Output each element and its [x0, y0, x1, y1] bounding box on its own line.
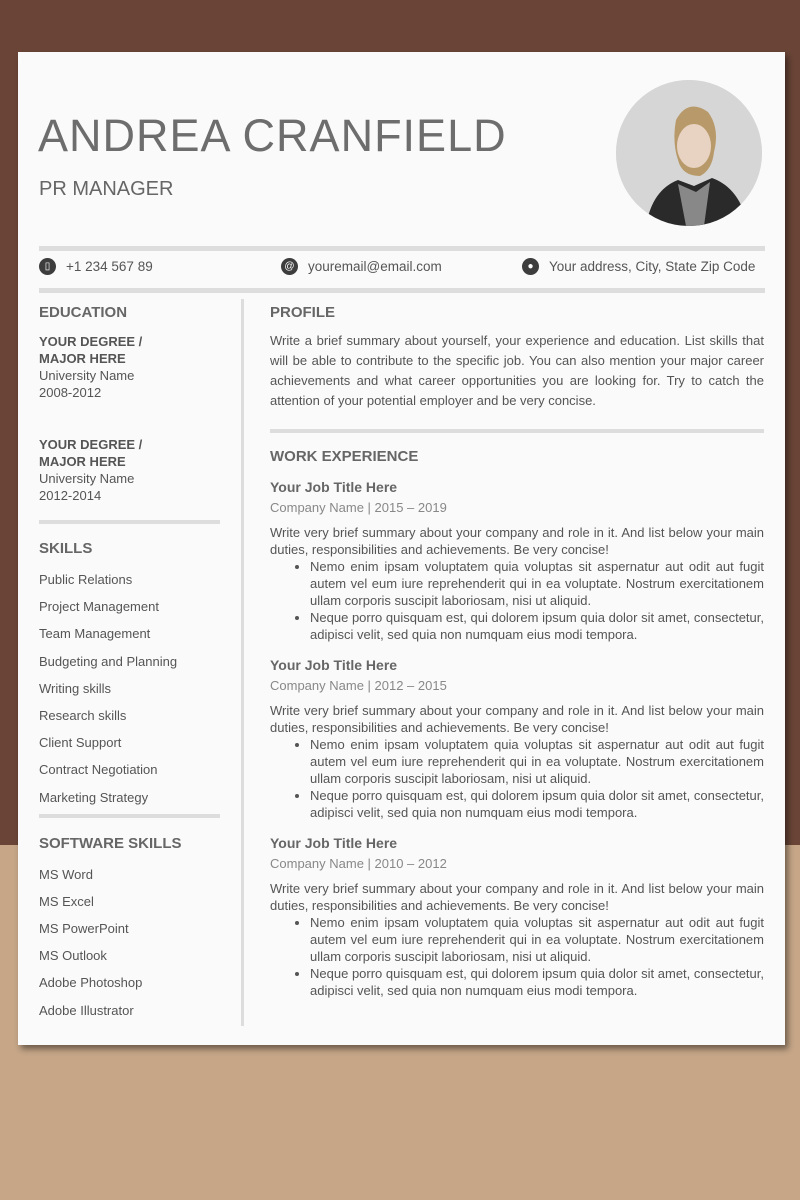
- candidate-role: PR MANAGER: [39, 178, 174, 200]
- job-entry: Your Job Title Here Company Name | 2015 –…: [270, 479, 764, 643]
- jobs-list: Your Job Title Here Company Name | 2015 –…: [270, 479, 764, 999]
- right-column: PROFILE Write a brief summary about your…: [270, 304, 764, 999]
- job-title: Your Job Title Here: [270, 835, 398, 851]
- phone-text: +1 234 567 89: [66, 259, 153, 274]
- at-icon: @: [281, 258, 298, 275]
- bullet-item: Nemo enim ipsam voluptatem quia voluptas…: [310, 736, 764, 787]
- divider: [39, 246, 765, 251]
- years: 2012-2014: [39, 488, 102, 503]
- job-title: Your Job Title Here: [270, 479, 398, 495]
- work-heading: WORK EXPERIENCE: [270, 448, 419, 465]
- education-item: YOUR DEGREE / MAJOR HERE University Name…: [39, 436, 219, 504]
- skill-item: Contract Negotiation: [39, 762, 158, 778]
- bullet-item: Neque porro quisquam est, qui dolorem ip…: [310, 609, 764, 643]
- profile-heading: PROFILE: [270, 304, 336, 321]
- skill-item: Project Management: [39, 599, 159, 615]
- divider: [39, 288, 765, 293]
- skill-item: Research skills: [39, 707, 127, 723]
- job-bullets: Nemo enim ipsam voluptatem quia voluptas…: [270, 558, 764, 643]
- divider: [39, 813, 220, 818]
- location-pin-icon: ●: [522, 258, 539, 275]
- job-summary: Write very brief summary about your comp…: [270, 703, 764, 735]
- software-item: MS Outlook: [39, 948, 107, 964]
- contact-phone: ▯ +1 234 567 89: [39, 258, 153, 275]
- skill-item: Marketing Strategy: [39, 789, 149, 805]
- skill-item: Client Support: [39, 735, 122, 751]
- company-dates: Company Name | 2012 – 2015: [270, 678, 447, 693]
- resume-page: ANDREA CRANFIELD PR MANAGER ▯ +1 234 567…: [18, 52, 785, 1045]
- degree: MAJOR HERE: [39, 351, 126, 366]
- software-item: MS Word: [39, 866, 93, 882]
- bullet-item: Nemo enim ipsam voluptatem quia voluptas…: [310, 914, 764, 965]
- left-column: EDUCATION YOUR DEGREE / MAJOR HERE Unive…: [39, 304, 220, 1029]
- job-entry: Your Job Title Here Company Name | 2010 –…: [270, 835, 764, 999]
- address-text: Your address, City, State Zip Code: [549, 259, 756, 274]
- email-text: youremail@email.com: [308, 259, 442, 274]
- job-summary: Write very brief summary about your comp…: [270, 525, 764, 557]
- job-title: Your Job Title Here: [270, 657, 398, 673]
- skill-item: Team Management: [39, 626, 151, 642]
- software-item: Adobe Photoshop: [39, 975, 143, 991]
- company-dates: Company Name | 2015 – 2019: [270, 500, 447, 515]
- job-bullets: Nemo enim ipsam voluptatem quia voluptas…: [270, 914, 764, 999]
- years: 2008-2012: [39, 385, 102, 400]
- degree: YOUR DEGREE /: [39, 437, 143, 452]
- bullet-item: Neque porro quisquam est, qui dolorem ip…: [310, 965, 764, 999]
- software-heading: SOFTWARE SKILLS: [39, 834, 182, 852]
- job-bullets: Nemo enim ipsam voluptatem quia voluptas…: [270, 736, 764, 821]
- profile-text: Write a brief summary about yourself, yo…: [270, 333, 764, 408]
- school: University Name: [39, 368, 135, 383]
- column-divider: [241, 299, 244, 1026]
- contact-address: ● Your address, City, State Zip Code: [522, 258, 755, 275]
- phone-icon: ▯: [39, 258, 56, 275]
- skills-list: Public Relations Project Management Team M…: [39, 571, 219, 816]
- school: University Name: [39, 471, 135, 486]
- degree: YOUR DEGREE /: [39, 334, 143, 349]
- degree: MAJOR HERE: [39, 454, 126, 469]
- skills-heading: SKILLS: [39, 540, 93, 557]
- job-summary: Write very brief summary about your comp…: [270, 881, 764, 913]
- software-list: MS Word MS Excel MS PowerPoint MS Outlook Ad…: [39, 866, 219, 1029]
- job-entry: Your Job Title Here Company Name | 2012 –…: [270, 657, 764, 821]
- company-dates: Company Name | 2010 – 2012: [270, 856, 447, 871]
- candidate-name: ANDREA CRANFIELD: [38, 110, 507, 161]
- contact-email: @ youremail@email.com: [281, 258, 442, 275]
- education-item: YOUR DEGREE / MAJOR HERE University Name…: [39, 333, 219, 401]
- profile-photo: [616, 80, 762, 226]
- bullet-item: Neque porro quisquam est, qui dolorem ip…: [310, 787, 764, 821]
- education-heading: EDUCATION: [39, 304, 128, 321]
- skill-item: Public Relations: [39, 572, 133, 587]
- divider: [270, 429, 764, 433]
- software-item: MS Excel: [39, 893, 94, 909]
- software-item: Adobe Illustrator: [39, 1002, 134, 1018]
- software-item: MS PowerPoint: [39, 921, 129, 937]
- divider: [39, 520, 220, 524]
- skill-item: Budgeting and Planning: [39, 653, 178, 669]
- bullet-item: Nemo enim ipsam voluptatem quia voluptas…: [310, 558, 764, 609]
- skill-item: Writing skills: [39, 680, 111, 696]
